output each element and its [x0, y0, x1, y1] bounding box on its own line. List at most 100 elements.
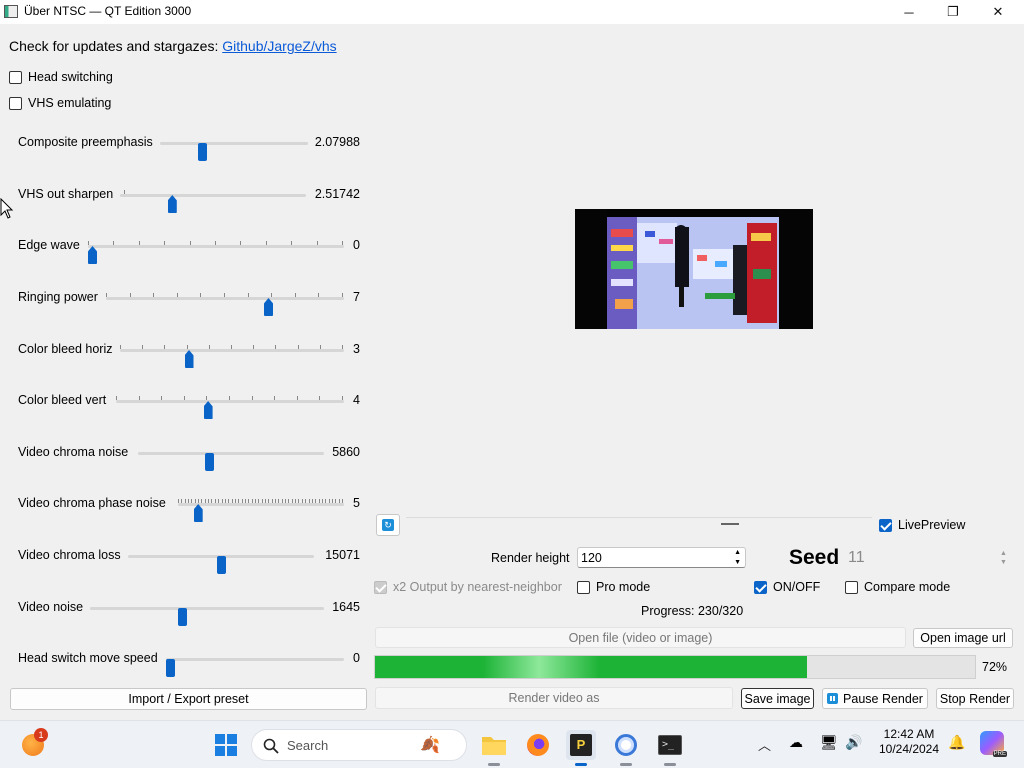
- taskbar-terminal[interactable]: >_: [655, 730, 685, 766]
- slider-tick: [295, 499, 297, 503]
- slider-tick: [275, 345, 277, 349]
- slider-track[interactable]: [90, 607, 324, 626]
- pro-mode-checkbox[interactable]: [577, 580, 590, 594]
- spin-down-icon[interactable]: ▼: [734, 558, 741, 567]
- vhs-emulating-checkbox[interactable]: [9, 96, 22, 110]
- slider-tick: [176, 293, 178, 297]
- on-off-checkbox[interactable]: [754, 580, 767, 594]
- preview-scrub-handle[interactable]: [721, 523, 739, 525]
- repo-link[interactable]: Github/JargeZ/vhs: [222, 38, 336, 54]
- on-off-toggle[interactable]: ON/OFF: [754, 580, 820, 594]
- slider-track[interactable]: [138, 452, 324, 471]
- open-file-button[interactable]: Open file (video or image): [375, 627, 906, 648]
- stop-render-button[interactable]: Stop Render: [936, 688, 1014, 709]
- slider-track[interactable]: [128, 555, 314, 574]
- slider-thumb[interactable]: [205, 453, 215, 471]
- slider-tick: [188, 499, 190, 503]
- slider-thumb[interactable]: [216, 556, 226, 574]
- search-highlight-icon: 🍂: [420, 737, 440, 754]
- taskbar-search[interactable]: Search 🍂: [251, 729, 467, 761]
- save-image-button[interactable]: Save image: [741, 688, 814, 709]
- start-button[interactable]: [211, 730, 241, 760]
- slider-tick: [296, 396, 298, 400]
- slider-track[interactable]: [88, 241, 344, 264]
- pro-mode-toggle[interactable]: Pro mode: [577, 580, 650, 594]
- taskbar-file-explorer[interactable]: [479, 730, 509, 766]
- slider-track[interactable]: [178, 499, 344, 522]
- head-switching-toggle[interactable]: Head switching: [9, 70, 113, 84]
- slider-value: 7: [353, 290, 360, 304]
- slider-tick: [315, 499, 317, 503]
- preview-scrub-track[interactable]: [406, 517, 872, 518]
- slider-thumb[interactable]: [197, 143, 207, 161]
- notification-app-icon[interactable]: 1: [18, 728, 48, 760]
- slider-ticks: [120, 190, 306, 194]
- slider-tick: [265, 499, 267, 503]
- slider-track[interactable]: [120, 190, 306, 213]
- firefox-icon: [527, 734, 549, 756]
- slider-value: 5860: [332, 445, 360, 459]
- slider-thumb[interactable]: [203, 401, 213, 419]
- minimize-button[interactable]: ─: [886, 0, 932, 24]
- maximize-button[interactable]: ❐: [930, 0, 976, 24]
- slider-tick: [248, 499, 250, 503]
- slider-ringing-power: Ringing power 7: [18, 287, 360, 316]
- render-height-spinbox[interactable]: 120 ▲ ▼: [577, 547, 746, 568]
- head-switching-checkbox[interactable]: [9, 70, 22, 84]
- import-export-preset-button[interactable]: Import / Export preset: [10, 688, 367, 710]
- slider-track[interactable]: [106, 293, 344, 316]
- seed-value[interactable]: 11: [848, 549, 865, 567]
- window-title: Über NTSC — QT Edition 3000: [24, 4, 192, 18]
- slider-thumb[interactable]: [167, 195, 177, 213]
- network-icon[interactable]: 🖥: [820, 734, 838, 751]
- slider-thumb[interactable]: [166, 659, 175, 677]
- copilot-icon[interactable]: PRE: [980, 731, 1007, 757]
- close-button[interactable]: ✕: [975, 0, 1021, 24]
- live-preview-toggle[interactable]: LivePreview: [879, 518, 965, 532]
- render-video-button[interactable]: Render video as: [375, 687, 733, 709]
- slider-track[interactable]: [166, 658, 344, 677]
- copilot-pre-badge: PRE: [992, 751, 1007, 757]
- slider-color-bleed-horiz: Color bleed horiz 3: [18, 339, 360, 368]
- notification-bell-icon[interactable]: 🔔: [948, 734, 965, 751]
- taskbar-firefox[interactable]: [523, 730, 553, 760]
- clock[interactable]: 12:42 AM 10/24/2024: [870, 727, 948, 757]
- slider-thumb[interactable]: [88, 246, 97, 264]
- compare-mode-checkbox[interactable]: [845, 580, 858, 594]
- live-preview-checkbox[interactable]: [879, 518, 892, 532]
- x2-output-checkbox[interactable]: [374, 580, 387, 594]
- pause-render-button[interactable]: Pause Render: [822, 688, 928, 709]
- slider-tick: [164, 241, 166, 245]
- taskbar-browser[interactable]: [611, 730, 641, 766]
- compare-mode-label: Compare mode: [864, 580, 951, 594]
- taskbar-python-app[interactable]: P: [566, 730, 596, 766]
- refresh-button[interactable]: ↻: [376, 514, 400, 536]
- vhs-emulating-toggle[interactable]: VHS emulating: [9, 96, 111, 110]
- slider-track[interactable]: [160, 142, 308, 161]
- slider-track[interactable]: [116, 396, 344, 419]
- slider-ticks: [116, 396, 344, 400]
- tray-overflow-chevron-icon[interactable]: ︿: [758, 735, 771, 754]
- minimize-icon: ─: [904, 4, 914, 20]
- spin-up-icon[interactable]: ▲: [734, 548, 741, 557]
- x2-output-toggle[interactable]: x2 Output by nearest-neighbor: [374, 580, 562, 594]
- mouse-cursor-icon: [0, 198, 14, 219]
- open-image-url-button[interactable]: Open image url: [913, 628, 1013, 648]
- compare-mode-toggle[interactable]: Compare mode: [845, 580, 950, 594]
- slider-tick: [281, 499, 283, 503]
- slider-tick: [328, 499, 330, 503]
- slider-track[interactable]: [120, 345, 344, 368]
- slider-value: 0: [353, 238, 360, 252]
- slider-thumb[interactable]: [193, 504, 203, 522]
- slider-vhs-out-sharpen: VHS out sharpen 2.51742: [18, 184, 360, 213]
- slider-thumb[interactable]: [264, 298, 273, 316]
- slider-tick: [183, 396, 185, 400]
- onedrive-icon[interactable]: ☁: [789, 734, 803, 751]
- volume-icon[interactable]: 🔊: [845, 734, 862, 751]
- slider-thumb[interactable]: [177, 608, 187, 626]
- vhs-emulating-label: VHS emulating: [28, 96, 112, 110]
- seed-spin-icon[interactable]: ▲ ▼: [1000, 549, 1007, 567]
- slider-thumb[interactable]: [184, 350, 194, 368]
- slider-tick: [319, 345, 321, 349]
- slider-tick: [113, 241, 115, 245]
